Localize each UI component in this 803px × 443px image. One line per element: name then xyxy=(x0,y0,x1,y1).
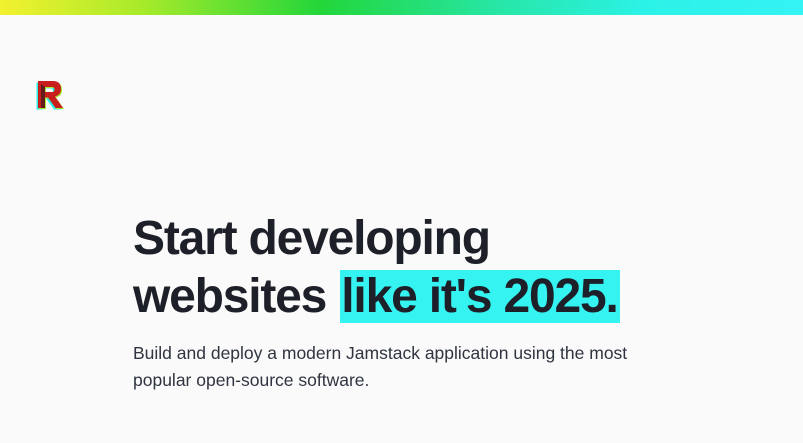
headline-highlight: like it's 2025. xyxy=(340,270,620,323)
top-gradient-bar xyxy=(0,0,803,15)
hero-section: Start developing websites like it's 2025… xyxy=(133,210,753,394)
r-logo-icon[interactable] xyxy=(34,78,66,112)
headline-line-2-prefix: websites xyxy=(133,270,339,323)
headline-line-2: websites like it's 2025. xyxy=(133,268,753,326)
hero-subtitle: Build and deploy a modern Jamstack appli… xyxy=(133,343,628,390)
hero-headline: Start developing websites like it's 2025… xyxy=(133,210,753,326)
headline-line-1: Start developing xyxy=(133,212,491,265)
